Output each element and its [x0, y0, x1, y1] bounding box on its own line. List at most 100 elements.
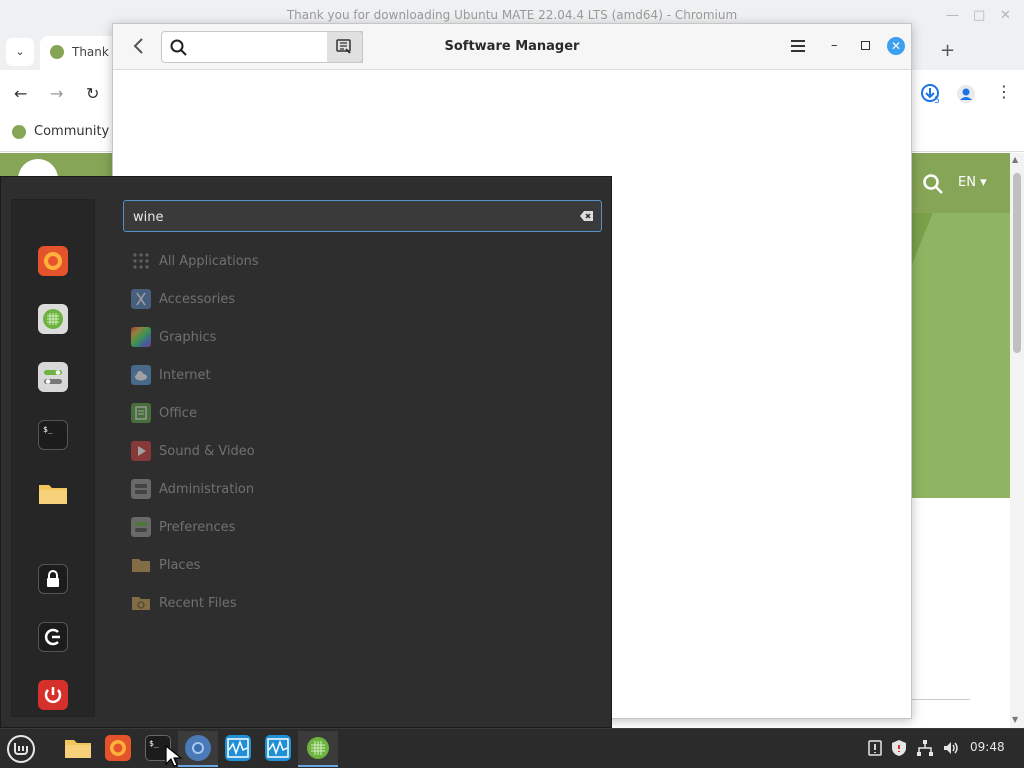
- profile-icon[interactable]: [956, 84, 976, 104]
- category-label: Graphics: [159, 329, 217, 345]
- start-menu: $_ wine All Applications Accessories Gra…: [0, 176, 612, 728]
- hamburger-menu-icon[interactable]: [789, 38, 807, 54]
- system-monitor-icon: [225, 735, 251, 761]
- active-indicator: [178, 765, 218, 767]
- category-label: Sound & Video: [159, 443, 255, 459]
- logout-icon: [38, 622, 68, 652]
- cloud-icon: [131, 365, 151, 385]
- category-places[interactable]: Places: [131, 553, 431, 577]
- taskbar-firefox[interactable]: [98, 731, 138, 767]
- minimize-button[interactable]: –: [831, 38, 838, 53]
- firefox-icon: [38, 246, 68, 276]
- scroll-down-icon[interactable]: ▼: [1012, 715, 1018, 724]
- volume-icon[interactable]: [942, 739, 960, 757]
- active-indicator: [298, 765, 338, 767]
- lock-screen-button[interactable]: [36, 562, 70, 596]
- lock-icon: [38, 564, 68, 594]
- software-manager-icon: [38, 304, 68, 334]
- language-selector[interactable]: EN ▾: [958, 175, 987, 190]
- category-label: Preferences: [159, 519, 236, 535]
- category-internet[interactable]: Internet: [131, 363, 431, 387]
- favorite-software-manager[interactable]: [36, 302, 70, 336]
- tab-favicon-icon: [50, 45, 64, 59]
- category-preferences[interactable]: Preferences: [131, 515, 431, 539]
- terminal-icon: $_: [38, 420, 68, 450]
- favorite-settings[interactable]: [36, 360, 70, 394]
- start-menu-button[interactable]: [4, 733, 38, 765]
- search-options-button[interactable]: [327, 31, 363, 63]
- forward-arrow-icon[interactable]: →: [50, 84, 63, 103]
- logout-button[interactable]: [36, 620, 70, 654]
- menu-search-input[interactable]: [133, 207, 573, 227]
- maximize-icon[interactable]: □: [973, 8, 985, 23]
- back-arrow-icon[interactable]: ←: [14, 84, 27, 103]
- folder-icon: [38, 478, 68, 508]
- admin-icon: [131, 479, 151, 499]
- tab-title: Thank: [72, 45, 109, 59]
- taskbar-files[interactable]: [58, 731, 98, 767]
- favorite-terminal[interactable]: $_: [36, 418, 70, 452]
- site-search-icon[interactable]: [922, 173, 944, 195]
- system-monitor-icon: [265, 735, 291, 761]
- taskbar-system-monitor-2[interactable]: [258, 731, 298, 767]
- places-folder-icon: [131, 555, 151, 575]
- favorites-column: $_: [11, 199, 95, 717]
- favorite-files[interactable]: [36, 476, 70, 510]
- shield-icon[interactable]: [890, 739, 908, 757]
- clock[interactable]: 09:48: [970, 740, 1005, 754]
- category-sound-video[interactable]: Sound & Video: [131, 439, 431, 463]
- taskbar-software-manager[interactable]: [298, 731, 338, 767]
- maximize-button[interactable]: [861, 41, 870, 50]
- close-icon[interactable]: ✕: [1000, 8, 1011, 23]
- category-label: Places: [159, 557, 201, 573]
- category-all-applications[interactable]: All Applications: [131, 249, 431, 273]
- category-administration[interactable]: Administration: [131, 477, 431, 501]
- bookmark-community[interactable]: Community: [12, 124, 109, 139]
- scroll-up-icon[interactable]: ▲: [1012, 155, 1018, 164]
- power-icon: [38, 680, 68, 710]
- downloads-icon[interactable]: 5: [918, 82, 944, 108]
- mint-logo-icon: [7, 735, 35, 763]
- scissors-icon: [131, 289, 151, 309]
- firefox-icon: [105, 735, 131, 761]
- clear-search-icon[interactable]: [580, 209, 594, 223]
- taskbar-chromium[interactable]: [178, 731, 218, 767]
- settings-icon: [38, 362, 68, 392]
- chrome-menu-icon[interactable]: ⋮: [996, 82, 1012, 101]
- menu-search-field[interactable]: [123, 200, 602, 232]
- grid-icon: [131, 251, 151, 271]
- category-recent-files[interactable]: Recent Files: [131, 591, 431, 615]
- language-label: EN: [958, 175, 976, 190]
- network-icon[interactable]: [916, 739, 934, 757]
- update-manager-icon[interactable]: [866, 739, 884, 757]
- tab-search-button[interactable]: ⌄: [6, 38, 34, 66]
- bookmark-favicon-icon: [12, 124, 26, 139]
- software-manager-icon: [305, 735, 331, 761]
- category-label: All Applications: [159, 253, 259, 269]
- taskbar-system-monitor-1[interactable]: [218, 731, 258, 767]
- back-button[interactable]: [129, 35, 149, 57]
- play-icon: [131, 441, 151, 461]
- taskbar: $_ 09:48: [0, 728, 1024, 768]
- category-label: Administration: [159, 481, 255, 497]
- favorite-firefox[interactable]: [36, 244, 70, 278]
- category-label: Recent Files: [159, 595, 237, 611]
- recent-files-icon: [131, 593, 151, 613]
- close-button[interactable]: ✕: [887, 37, 905, 55]
- category-office[interactable]: Office: [131, 401, 431, 425]
- shutdown-button[interactable]: [36, 678, 70, 712]
- category-graphics[interactable]: Graphics: [131, 325, 431, 349]
- chromium-window-title: Thank you for downloading Ubuntu MATE 22…: [286, 8, 738, 22]
- category-accessories[interactable]: Accessories: [131, 287, 431, 311]
- reload-icon[interactable]: ↻: [86, 84, 99, 103]
- new-tab-button[interactable]: +: [940, 40, 955, 61]
- folder-icon: [65, 735, 91, 761]
- search-icon: [170, 39, 187, 56]
- downloads-badge: 5: [934, 96, 940, 106]
- category-label: Office: [159, 405, 197, 421]
- svg-text:$_: $_: [149, 739, 159, 748]
- minimize-icon[interactable]: —: [946, 8, 959, 23]
- chromium-icon: [185, 735, 211, 761]
- scroll-thumb[interactable]: [1013, 173, 1021, 353]
- page-scrollbar[interactable]: ▲ ▼: [1010, 153, 1024, 728]
